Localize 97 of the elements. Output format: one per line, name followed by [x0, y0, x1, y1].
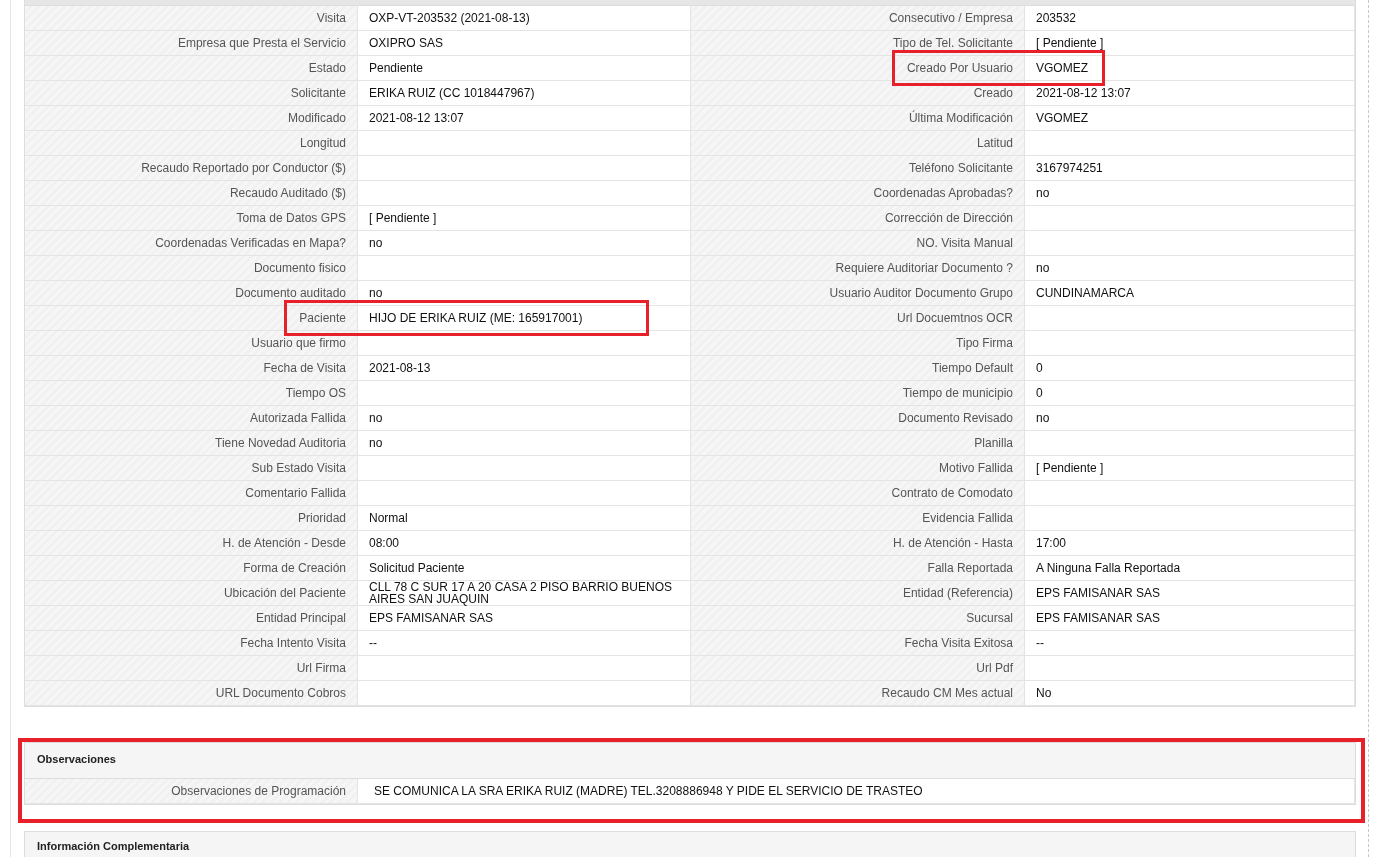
field-label: Documento fisico	[253, 261, 346, 275]
field-label: Solicitante	[290, 86, 346, 100]
field-value: No	[1036, 687, 1052, 699]
field-label: Tipo Firma	[956, 336, 1013, 350]
field-value: 08:00	[369, 537, 400, 549]
field-label: Evidencia Fallida	[922, 511, 1013, 525]
field-label: Estado	[308, 61, 346, 75]
field-label: Documento Revisado	[898, 411, 1013, 425]
field-label: Creado	[973, 86, 1013, 100]
field-label: Consecutivo / Empresa	[888, 11, 1013, 25]
field-value: [ Pendiente ]	[1036, 462, 1104, 474]
field-label: Creado Por Usuario	[906, 61, 1013, 75]
field-value: 3167974251	[1036, 162, 1103, 174]
field-value: --	[1036, 637, 1044, 649]
field-value: no	[369, 287, 383, 299]
field-label: Url Firma	[296, 661, 346, 675]
field-label: URL Documento Cobros	[215, 686, 346, 700]
field-label: Entidad (Referencia)	[902, 586, 1013, 600]
field-value: Pendiente	[369, 62, 424, 74]
field-value: 17:00	[1036, 537, 1067, 549]
field-label: Sub Estado Visita	[251, 461, 346, 475]
field-label: Longitud	[299, 136, 346, 150]
field-value: A Ninguna Falla Reportada	[1036, 562, 1181, 574]
field-value: 0	[1036, 387, 1043, 399]
field-label: H. de Atención - Desde	[222, 536, 346, 550]
field-label: Comentario Fallida	[245, 486, 346, 500]
field-value: no	[369, 237, 383, 249]
field-value: VGOMEZ	[1036, 62, 1088, 74]
field-value: [ Pendiente ]	[1036, 37, 1104, 49]
field-label: Empresa que Presta el Servicio	[177, 36, 346, 50]
field-label: Observaciones de Programación	[171, 784, 346, 798]
field-label: Recaudo Reportado por Conductor ($)	[141, 161, 346, 175]
field-label: NO. Visita Manual	[916, 236, 1013, 250]
field-label: Sucursal	[966, 611, 1013, 625]
field-label: Teléfono Solicitante	[908, 161, 1013, 175]
field-label: Falla Reportada	[927, 561, 1013, 575]
field-label: Fecha de Visita	[263, 361, 346, 375]
field-value: 0	[1036, 362, 1043, 374]
field-label: Recaudo CM Mes actual	[881, 686, 1013, 700]
field-label: Prioridad	[297, 511, 346, 525]
field-label: Coordenadas Aprobadas?	[873, 186, 1013, 200]
field-label: Tiempo OS	[285, 386, 346, 400]
field-value: EPS FAMISANAR SAS	[369, 612, 494, 624]
field-value: [ Pendiente ]	[369, 212, 437, 224]
section-title: Información Complementaria	[36, 839, 191, 854]
field-label: Usuario Auditor Documento Grupo	[829, 286, 1013, 300]
field-label: Tiempo Default	[932, 361, 1013, 375]
field-value: no	[1036, 412, 1050, 424]
field-label: Tiene Novedad Auditoria	[215, 436, 346, 450]
field-label: Forma de Creación	[243, 561, 346, 575]
field-value: no	[1036, 187, 1050, 199]
field-value: CUNDINAMARCA	[1036, 287, 1134, 299]
field-label: Fecha Intento Visita	[240, 636, 346, 650]
field-value: no	[369, 412, 383, 424]
field-label: Recaudo Auditado ($)	[229, 186, 346, 200]
field-label: Tiempo de municipio	[902, 386, 1013, 400]
field-label: Entidad Principal	[255, 611, 346, 625]
field-value: 203532	[1036, 12, 1077, 24]
field-value: no	[1036, 262, 1050, 274]
field-value: EPS FAMISANAR SAS	[1036, 612, 1161, 624]
field-value: 2021-08-13	[369, 362, 431, 374]
field-label: Visita	[316, 11, 346, 25]
field-label: H. de Atención - Hasta	[892, 536, 1013, 550]
field-label: Documento auditado	[235, 286, 346, 300]
field-label: Ubicación del Paciente	[223, 586, 346, 600]
field-label: Modificado	[287, 111, 346, 125]
field-label: Corrección de Dirección	[884, 211, 1013, 225]
field-value: SE COMUNICA LA SRA ERIKA RUIZ (MADRE) TEL.3208886948 Y PIDE EL SERVICIO DE TRASTEO	[374, 785, 923, 797]
field-label: Planilla	[974, 436, 1013, 450]
field-value: ERIKA RUIZ (CC 1018447967)	[369, 87, 535, 99]
field-value: Solicitud Paciente	[369, 562, 465, 574]
field-label: Usuario que firmo	[251, 336, 346, 350]
field-value: 2021-08-12 13:07	[369, 112, 464, 124]
field-value: VGOMEZ	[1036, 112, 1088, 124]
field-label: Fecha Visita Exitosa	[904, 636, 1013, 650]
field-value: OXP-VT-203532 (2021-08-13)	[369, 12, 530, 24]
field-label: Url Pdf	[976, 661, 1013, 675]
field-label: Motivo Fallida	[938, 461, 1013, 475]
field-value: Normal	[369, 512, 408, 524]
field-value: OXIPRO SAS	[369, 37, 444, 49]
field-value: no	[369, 437, 383, 449]
field-label: Autorizada Fallida	[249, 411, 346, 425]
field-value: --	[369, 637, 377, 649]
field-value: CLL 78 C SUR 17 A 20 CASA 2 PISO BARRIO BUENOS AIRES SAN JUAQUIN	[369, 581, 674, 605]
field-label: Paciente	[299, 311, 346, 325]
field-label: Última Modificación	[908, 111, 1013, 125]
field-label: Requiere Auditoriar Documento ?	[835, 261, 1013, 275]
field-label: Toma de Datos GPS	[236, 211, 346, 225]
field-label: Latitud	[976, 136, 1013, 150]
field-label: Contrato de Comodato	[891, 486, 1013, 500]
field-value: 2021-08-12 13:07	[1036, 87, 1131, 99]
field-label: Coordenadas Verificadas en Mapa?	[155, 236, 346, 250]
field-value: EPS FAMISANAR SAS	[1036, 587, 1161, 599]
section-title: Observaciones	[36, 752, 117, 767]
field-value: HIJO DE ERIKA RUIZ (ME: 165917001)	[369, 312, 583, 324]
field-label: Tipo de Tel. Solicitante	[892, 36, 1013, 50]
field-label: Url Docuemtnos OCR	[896, 311, 1013, 325]
